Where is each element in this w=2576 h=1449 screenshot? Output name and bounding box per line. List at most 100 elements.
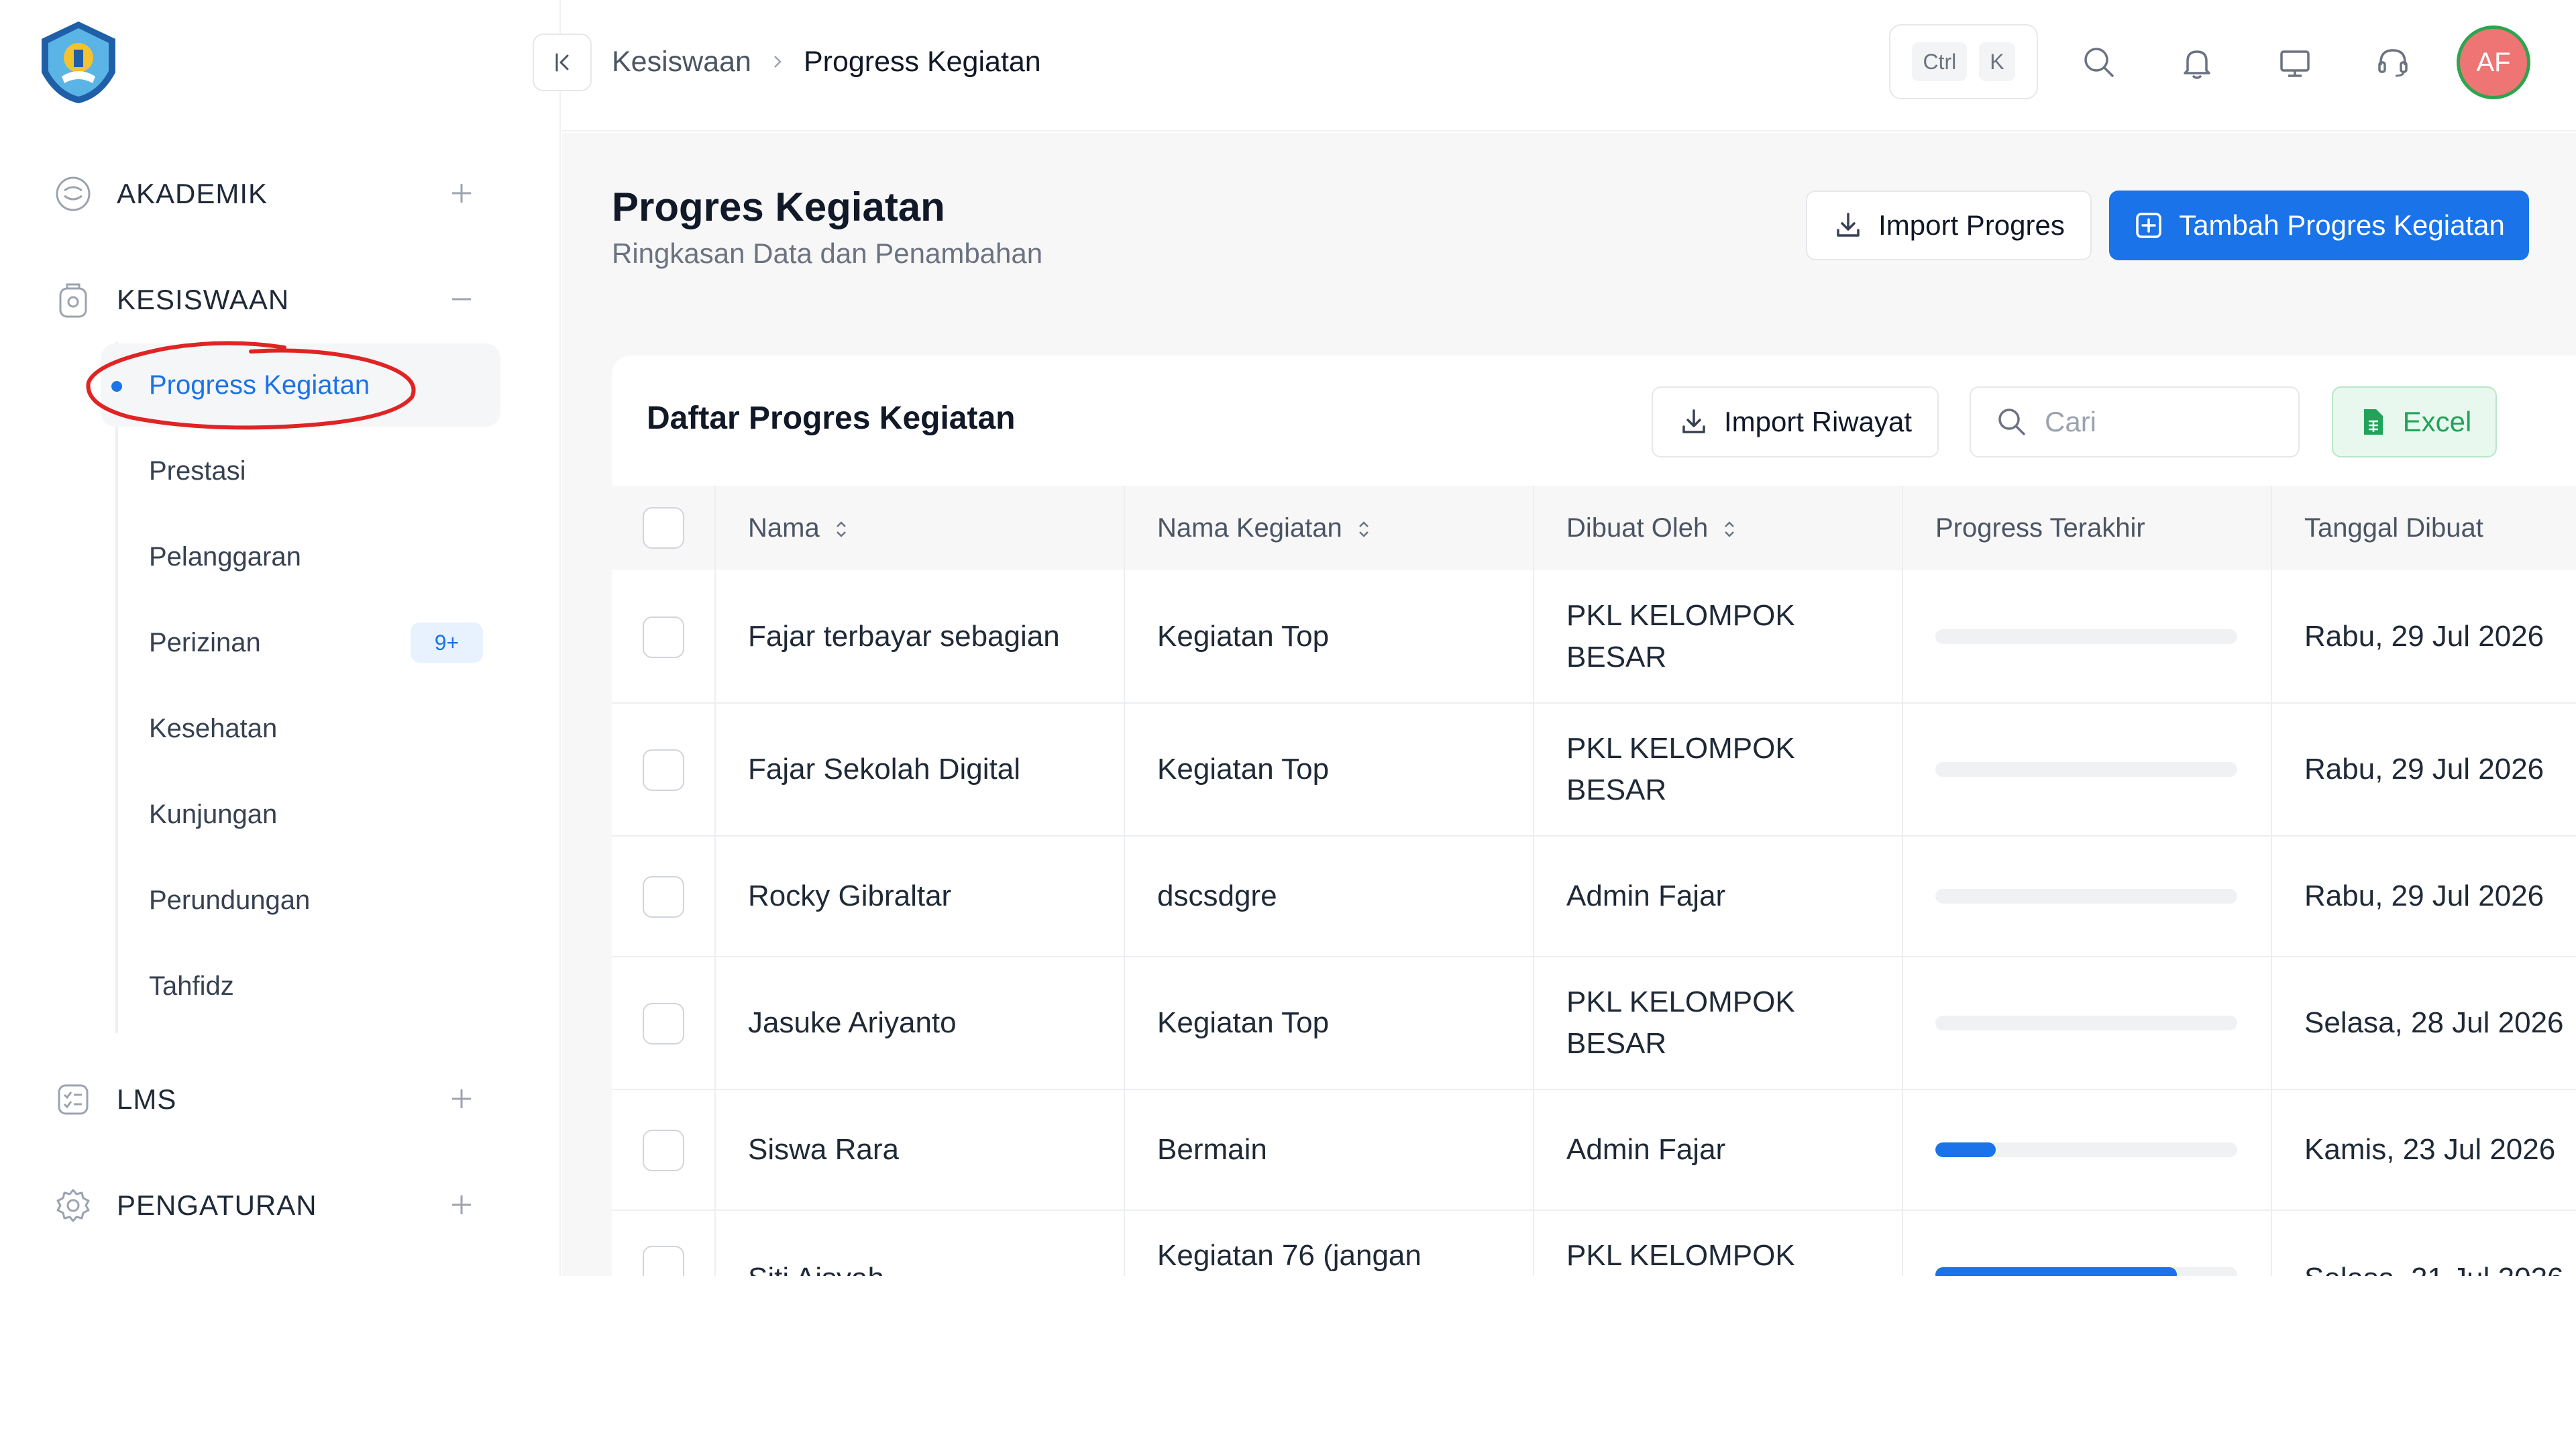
sidebar-item-label: Tahfidz [149,971,234,1001]
cell-progress [1902,1210,2272,1276]
column-label: Tanggal Dibuat [2304,513,2483,543]
row-select-cell [612,836,716,957]
sidebar-item-label: Perizinan [149,627,261,657]
bell-icon[interactable] [2175,40,2219,85]
sidebar-item-pelanggaran[interactable]: Pelanggaran [101,515,500,598]
progress-fill [1935,1267,2177,1276]
sort-icon[interactable] [1721,518,1737,541]
sidebar-item-progress-kegiatan[interactable]: Progress Kegiatan [101,343,500,427]
cell-progress [1902,957,2272,1090]
cell-kegiatan: Kegiatan Top [1124,957,1534,1090]
breadcrumb-kesiswaan[interactable]: Kesiswaan [612,46,751,78]
app-window: AKADEMIK KESISWAAN Progress Kegiatan Pre… [0,0,2576,1276]
row-select-cell [612,570,716,704]
kbd-ctrl: Ctrl [1912,42,1968,81]
sidebar-item-label: Kunjungan [149,799,278,829]
chevron-right-icon [774,56,782,68]
select-all-checkbox[interactable] [642,507,684,549]
cell-dibuat-oleh: PKL KELOMPOK [1534,1210,1903,1276]
plus-icon[interactable] [447,1190,476,1220]
progress-bar [1935,1016,2237,1030]
table-row[interactable]: Jasuke Ariyanto Kegiatan Top PKL KELOMPO… [612,957,2576,1090]
table-header-row: Nama Nama Kegiatan Dibuat Oleh Progress … [612,486,2576,570]
search-icon [1998,409,2025,435]
topbar: Kesiswaan Progress Kegiatan Ctrl K AF [533,0,2576,131]
table-row[interactable]: Rocky Gibraltar dscsdgre Admin Fajar Rab… [612,836,2576,957]
lms-icon [58,1084,89,1115]
cell-dibuat-oleh: PKL KELOMPOK BESAR [1534,957,1903,1090]
sidebar-item-tahfidz[interactable]: Tahfidz [101,945,500,1028]
cell-progress [1902,836,2272,957]
cell-nama: Jasuke Ariyanto [715,957,1125,1090]
row-checkbox[interactable] [642,876,684,918]
sidebar-item-perundungan[interactable]: Perundungan [101,859,500,942]
sidebar-item-kesehatan[interactable]: Kesehatan [101,687,500,770]
table-row[interactable]: Siswa Rara Bermain Admin Fajar Kamis, 23… [612,1089,2576,1211]
minus-icon[interactable] [447,284,476,314]
gear-icon [56,1189,90,1222]
sidebar: AKADEMIK KESISWAAN Progress Kegiatan Pre… [0,0,561,1276]
monitor-icon[interactable] [2273,40,2317,85]
import-riwayat-label: Import Riwayat [1723,406,1913,437]
column-label: Nama [748,513,820,543]
cell-nama: Rocky Gibraltar [715,836,1125,957]
cell-tanggal: Rabu, 29 Jul 2026 [2271,570,2576,704]
add-progres-button[interactable]: Tambah Progres Kegiatan [2109,191,2529,260]
table-row[interactable]: Fajar Sekolah Digital Kegiatan Top PKL K… [612,703,2576,837]
table-row[interactable]: Siti Aisyah Kegiatan 76 (jangan PKL KELO… [612,1210,2576,1276]
search-icon[interactable] [2077,40,2121,85]
cell-tanggal: Selasa, 28 Jul 2026 [2271,957,2576,1090]
collapse-sidebar-button[interactable] [533,34,592,91]
sidebar-item-perizinan[interactable]: Perizinan 9+ [101,601,500,684]
cell-dibuat-oleh: Admin Fajar [1534,836,1903,957]
sidebar-item-label: Prestasi [149,455,246,486]
sidebar-item-label: Perundungan [149,885,311,915]
nav-group-label: KESISWAAN [117,284,290,315]
row-checkbox[interactable] [642,1130,684,1172]
nav-group-akademik[interactable]: AKADEMIK [51,164,507,224]
export-excel-button[interactable]: Excel [2332,386,2497,458]
row-select-cell [612,1089,716,1211]
search-input[interactable] [2045,406,2286,438]
select-all-cell [612,486,716,570]
plus-icon[interactable] [447,178,476,208]
search-field[interactable] [1970,386,2300,458]
academic-icon [56,176,91,211]
sort-icon[interactable] [1356,518,1372,541]
table-row[interactable]: Fajar terbayar sebagian Kegiatan Top PKL… [612,570,2576,704]
row-select-cell [612,957,716,1090]
user-avatar[interactable]: AF [2457,25,2530,99]
cell-tanggal: Rabu, 29 Jul 2026 [2271,703,2576,837]
column-header-dibuat-oleh[interactable]: Dibuat Oleh [1534,486,1903,570]
nav-group-label: PENGATURAN [117,1189,317,1221]
cell-dibuat-oleh: PKL KELOMPOK BESAR [1534,703,1903,837]
row-checkbox[interactable] [642,1003,684,1045]
column-header-nama[interactable]: Nama [715,486,1125,570]
row-checkbox[interactable] [642,616,684,658]
headset-icon[interactable] [2371,40,2415,85]
card-title: Daftar Progres Kegiatan [647,400,1016,436]
nav-group-pengaturan[interactable]: PENGATURAN [51,1175,507,1236]
cell-progress [1902,703,2272,837]
row-checkbox[interactable] [642,749,684,792]
breadcrumb-current: Progress Kegiatan [803,45,1041,78]
collapse-left-icon [555,53,569,72]
nav-group-kesiswaan[interactable]: KESISWAAN [51,270,507,330]
command-palette-shortcut[interactable]: Ctrl K [1889,24,2038,99]
progress-bar [1935,762,2237,777]
sort-icon[interactable] [833,518,849,541]
import-riwayat-button[interactable]: Import Riwayat [1652,386,1939,458]
column-header-nama-kegiatan[interactable]: Nama Kegiatan [1124,486,1534,570]
nav-group-label: LMS [117,1083,177,1115]
page-title: Progres Kegiatan [612,184,945,229]
sidebar-item-kunjungan[interactable]: Kunjungan [101,773,500,856]
cell-kegiatan: dscsdgre [1124,836,1534,957]
plus-icon[interactable] [447,1084,476,1114]
nav-group-lms[interactable]: LMS [51,1069,507,1130]
import-progres-button[interactable]: Import Progres [1806,191,2092,260]
download-icon [1682,409,1705,433]
sidebar-item-prestasi[interactable]: Prestasi [101,429,500,513]
spreadsheet-icon [2363,409,2383,435]
school-logo[interactable] [35,19,122,106]
row-checkbox[interactable] [642,1246,684,1276]
